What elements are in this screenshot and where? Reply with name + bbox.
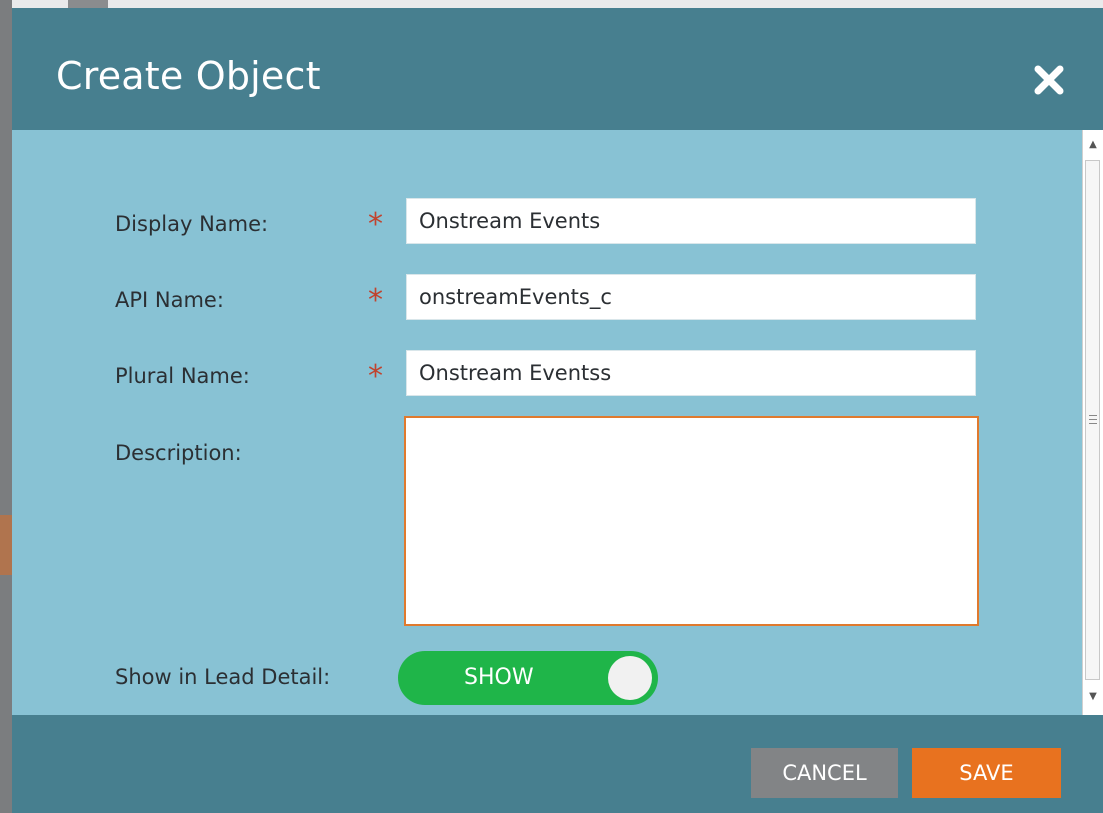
display-name-input[interactable] [406, 198, 976, 244]
toggle-knob [608, 656, 652, 700]
close-icon[interactable] [1032, 63, 1066, 97]
save-button[interactable]: SAVE [912, 748, 1061, 798]
create-object-dialog: Create Object Display Name: * API Name: … [12, 8, 1103, 813]
plural-name-input[interactable] [406, 350, 976, 396]
scroll-down-arrow-icon[interactable]: ▼ [1086, 690, 1100, 704]
background-tab [68, 0, 108, 8]
background-left-strip [0, 0, 12, 813]
show-in-lead-detail-toggle[interactable]: SHOW [398, 651, 658, 705]
description-label: Description: [115, 441, 242, 465]
description-textarea[interactable] [404, 416, 979, 626]
dialog-footer: CANCEL SAVE [12, 715, 1103, 813]
cancel-button[interactable]: CANCEL [751, 748, 898, 798]
show-in-lead-detail-label: Show in Lead Detail: [115, 665, 331, 689]
scroll-up-arrow-icon[interactable]: ▲ [1086, 138, 1100, 152]
toggle-state-label: SHOW [464, 665, 534, 690]
dialog-title: Create Object [56, 54, 321, 98]
api-name-required-marker: * [368, 283, 383, 318]
dialog-body: Display Name: * API Name: * Plural Name:… [12, 130, 1103, 715]
dialog-header: Create Object [12, 8, 1103, 130]
dialog-scrollbar[interactable]: ▲ ▼ [1082, 130, 1103, 715]
scroll-grip-icon [1089, 415, 1097, 416]
api-name-input[interactable] [406, 274, 976, 320]
background-accent [0, 515, 12, 575]
scroll-thumb[interactable] [1085, 160, 1100, 680]
plural-name-required-marker: * [368, 359, 383, 394]
display-name-required-marker: * [368, 207, 383, 242]
display-name-label: Display Name: [115, 212, 269, 236]
api-name-label: API Name: [115, 288, 224, 312]
plural-name-label: Plural Name: [115, 364, 250, 388]
